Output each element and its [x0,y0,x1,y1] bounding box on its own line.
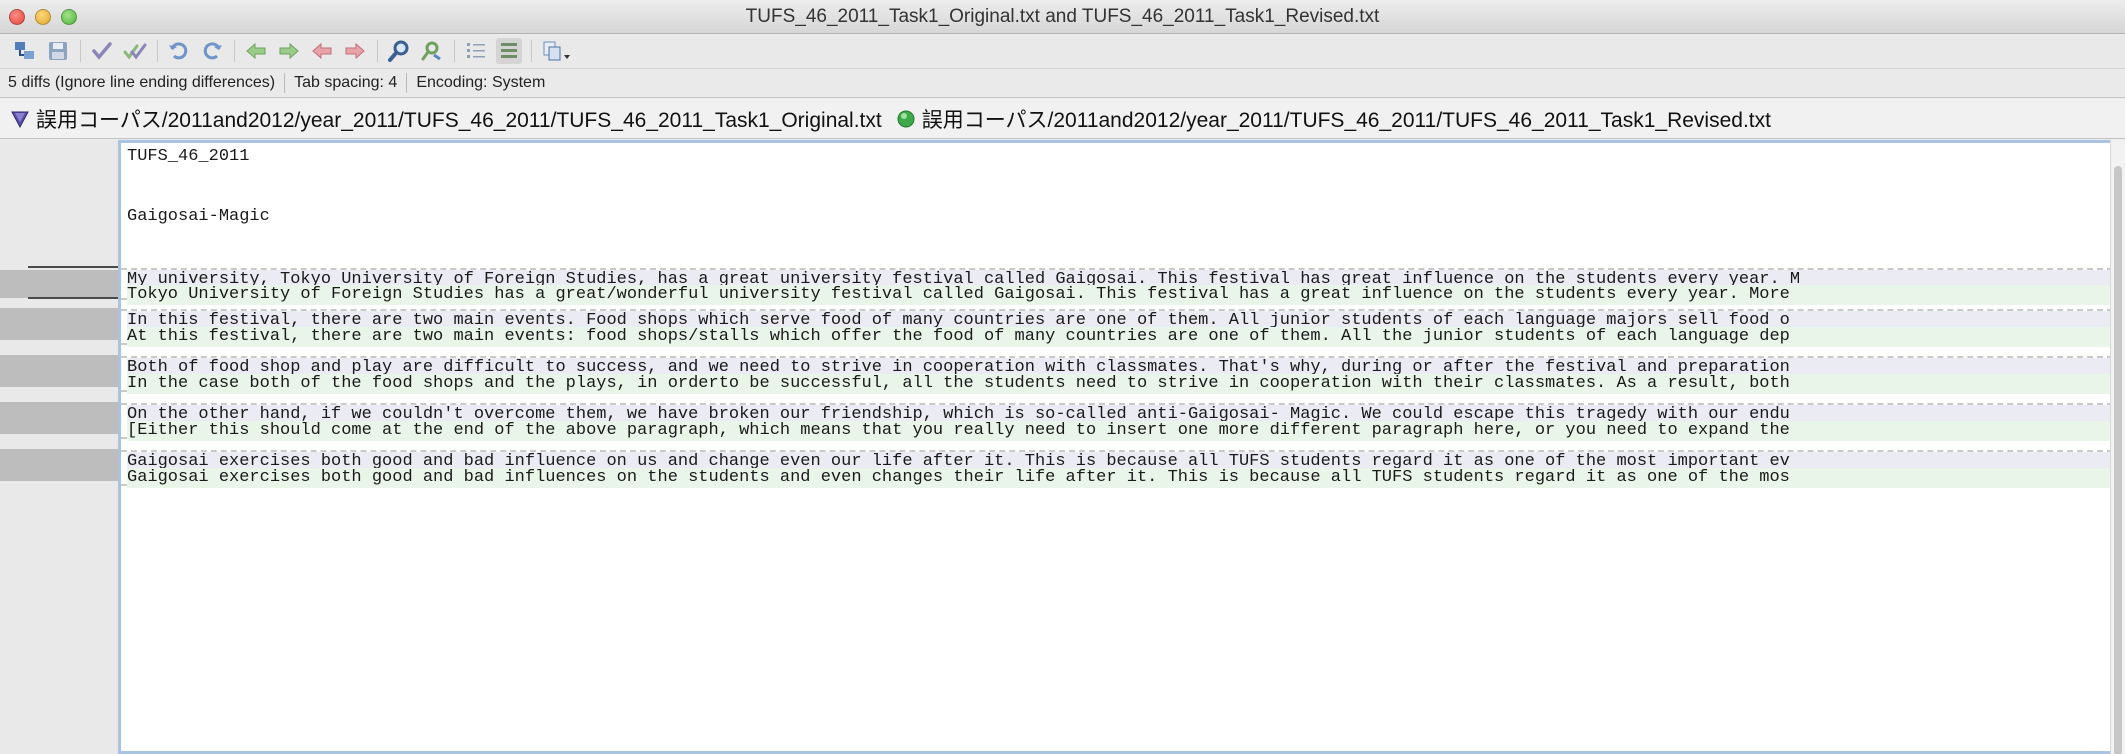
redo-icon [203,42,222,60]
toolbar-separator [377,40,378,62]
revised-path-label: 誤用コーパス/2011and2012/year_2011/TUFS_46_201… [921,108,1771,132]
revised-line: Tokyo University of Foreign Studies has … [127,285,2110,305]
document-title-line: TUFS_46_2011 [127,147,250,166]
save-button[interactable] [45,38,71,64]
diff-block[interactable]: Both of food shop and play are difficult… [121,356,2110,394]
revised-line: In the case both of the food shops and t… [127,374,2110,394]
find-next-button[interactable] [419,38,445,64]
tab-spacing-status[interactable]: Tab spacing: 4 [285,73,408,93]
document-heading-line: Gaigosai-Magic [127,207,270,226]
check-icon [92,42,112,60]
status-bar: 5 diffs (Ignore line ending differences)… [0,68,2125,98]
gutter-diff-marker[interactable] [0,308,118,340]
gutter-diff-marker[interactable] [0,449,118,481]
arrow-left-icon [246,42,266,60]
save-icon [49,42,67,60]
diff-block[interactable]: Gaigosai exercises both good and bad inf… [121,450,2110,488]
diff-gutter [0,140,118,754]
toolbar-separator [80,40,81,62]
arrow-left-red-icon [312,42,332,60]
diff-block[interactable]: On the other hand, if we couldn't overco… [121,403,2110,441]
scrollbar-thumb[interactable] [2114,166,2122,754]
encoding-status[interactable]: Encoding: System [407,73,554,93]
arrow-right-red-icon [345,42,365,60]
toolbar-separator [454,40,455,62]
diff-editor: TUFS_46_2011 Gaigosai-Magic My universit… [0,140,2125,754]
redo-button[interactable] [199,38,225,64]
check-button[interactable] [89,38,115,64]
toolbar-separator [531,40,532,62]
original-path-label: 誤用コーパス/2011and2012/year_2011/TUFS_46_201… [36,108,882,132]
arrow-right-icon [279,42,299,60]
undo-button[interactable] [166,38,192,64]
copy-options-button[interactable] [540,38,574,64]
toolbar-separator [234,40,235,62]
original-file-path[interactable]: 誤用コーパス/2011and2012/year_2011/TUFS_46_201… [10,104,882,134]
list-view-button[interactable] [463,38,489,64]
revised-file-path[interactable]: 誤用コーパス/2011and2012/year_2011/TUFS_46_201… [896,104,1771,134]
copy-dropdown-icon [543,41,570,61]
list-selected-button[interactable] [496,38,522,64]
diff-block[interactable]: My university, Tokyo University of Forei… [121,268,2110,305]
undo-icon [169,42,188,60]
check-all-icon [123,43,147,60]
merge-icon [15,42,34,59]
find-next-icon [421,41,441,61]
check-all-button[interactable] [122,38,148,64]
gutter-diff-marker[interactable] [0,402,118,434]
previous-diff-button[interactable] [243,38,269,64]
previous-conflict-button[interactable] [309,38,335,64]
window-title: TUFS_46_2011_Task1_Original.txt and TUFS… [745,6,1380,27]
shield-icon [11,111,29,128]
merged-text-pane[interactable]: TUFS_46_2011 Gaigosai-Magic My universit… [118,140,2110,754]
find-icon [388,40,409,62]
revised-line: At this festival, there are two main eve… [127,327,2110,347]
title-bar: TUFS_46_2011_Task1_Original.txt and TUFS… [0,0,2125,34]
vertical-scrollbar[interactable] [2110,140,2125,754]
list-icon [467,43,485,58]
green-dot-icon [897,110,915,127]
find-button[interactable] [386,38,412,64]
toolbar-separator [157,40,158,62]
next-diff-button[interactable] [276,38,302,64]
diff-block[interactable]: In this festival, there are two main eve… [121,309,2110,347]
merge-button[interactable] [12,38,38,64]
gutter-diff-marker[interactable] [0,270,118,298]
gutter-diff-marker[interactable] [0,355,118,387]
file-path-bar: 誤用コーパス/2011and2012/year_2011/TUFS_46_201… [0,99,2125,139]
revised-line: Gaigosai exercises both good and bad inf… [127,468,2110,488]
diff-count-status[interactable]: 5 diffs (Ignore line ending differences) [0,73,286,93]
revised-line: [Either this should come at the end of t… [127,421,2110,441]
list-selected-icon [501,43,517,58]
next-conflict-button[interactable] [342,38,368,64]
toolbar [0,35,2125,67]
